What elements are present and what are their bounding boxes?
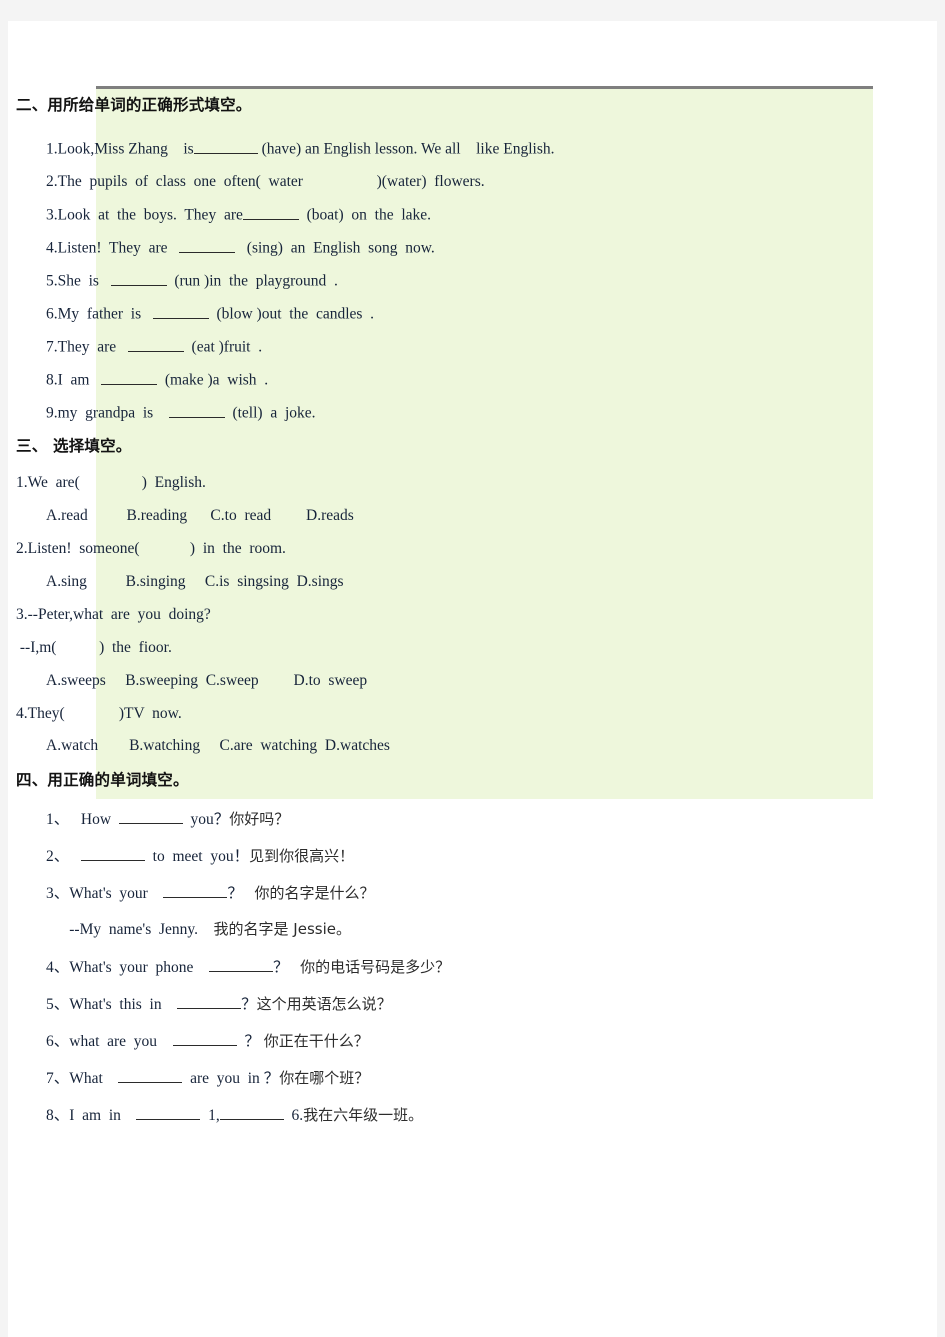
question-stem: 1.We are( ) English. — [16, 474, 206, 491]
item-text: 4.Listen! They are — [46, 239, 180, 257]
item-text-tail: you？ — [182, 811, 230, 828]
item-text: 5、What's this in — [46, 996, 178, 1013]
item-text-tail: (eat )fruit . — [183, 338, 263, 356]
item-text-tail-2: 6. — [283, 1107, 304, 1124]
question-options[interactable]: A.sweeps B.sweeping C.sweep D.to sweep — [46, 672, 367, 690]
item-text-tail: (boat) on the lake. — [298, 206, 432, 224]
item-text: 8、I am in — [46, 1107, 137, 1124]
fill-blank[interactable] — [163, 884, 228, 898]
item-text: 7.They are — [46, 338, 128, 356]
question-options[interactable]: A.sing B.singing C.is singsing D.sings — [46, 573, 344, 591]
question-stem: 2.Listen! someone( ) in the room. — [16, 540, 286, 557]
item-text: 2、 — [46, 848, 81, 865]
item-translation: 这个用英语怎么说？ — [256, 995, 392, 1013]
item-text-tail: (tell) a joke. — [224, 404, 316, 422]
fill-blank[interactable] — [179, 239, 236, 253]
fill-blank[interactable] — [172, 1032, 237, 1046]
item-text-tail: ？ — [241, 996, 257, 1013]
question-stem: --I,m( ) the fioor. — [16, 639, 172, 656]
item-text: 5.She is — [46, 272, 111, 290]
exercise-item: 1、 How you？你好吗？ — [46, 807, 289, 829]
exercise-item: 5.She is (run )in the playground . — [46, 272, 338, 291]
item-text-tail: 1, — [200, 1107, 220, 1124]
item-text-tail: )(water) flowers. — [302, 173, 485, 190]
exercise-item: 2、 to meet you！见到你很高兴！ — [46, 844, 354, 866]
question-stem: 4.They( )TV now. — [16, 705, 182, 722]
item-text: 1.Look,Miss Zhang is — [46, 140, 194, 158]
item-text: 1、 How — [46, 811, 119, 828]
exercise-item: 6、what are you ？ 你正在干什么？ — [46, 1029, 369, 1051]
fill-blank[interactable] — [208, 958, 273, 972]
item-text: 9.my grandpa is — [46, 404, 169, 422]
item-translation: 我在六年级一班。 — [303, 1106, 424, 1124]
item-text-tail: (sing) an English song now. — [235, 239, 435, 257]
exercise-item: 8、I am in 1, 6.我在六年级一班。 — [46, 1103, 423, 1125]
item-translation: 你的名字是什么？ — [254, 884, 375, 902]
fill-blank[interactable] — [118, 810, 183, 824]
question-options[interactable]: A.read B.reading C.to read D.reads — [46, 507, 354, 525]
fill-blank[interactable] — [136, 1106, 201, 1120]
exercise-item: 6.My father is (blow )out the candles . — [46, 305, 374, 324]
question-options[interactable]: A.watch B.watching C.are watching D.watc… — [46, 737, 390, 755]
section-heading-4: 四、用正确的单词填空。 — [16, 771, 189, 789]
item-text: 7、What — [46, 1070, 119, 1087]
item-text-tail: (run )in the playground . — [166, 272, 338, 290]
fill-blank[interactable] — [193, 140, 258, 154]
document-content: 二、用所给单词的正确形式填空。 1.Look,Miss Zhang is (ha… — [8, 21, 937, 1337]
item-text: 8.I am — [46, 371, 102, 389]
exercise-item: 8.I am (make )a wish . — [46, 371, 268, 390]
item-text-tail: (make )a wish . — [157, 371, 269, 389]
item-text-tail: ？ — [236, 1033, 264, 1050]
exercise-item: 2.The pupils of class one often( water )… — [46, 173, 485, 191]
exercise-item: 7、What are you in ？你在哪个班？ — [46, 1066, 369, 1088]
exercise-item: --My name's Jenny. 我的名字是 Jessie。 — [46, 918, 351, 939]
fill-blank[interactable] — [101, 371, 158, 385]
exercise-item: 3、What's your ？ 你的名字是什么？ — [46, 881, 374, 903]
fill-blank[interactable] — [177, 995, 242, 1009]
item-text: --My name's Jenny. — [46, 921, 214, 938]
item-text-tail: ？ — [227, 885, 255, 902]
item-translation: 你的电话号码是多少？ — [300, 958, 451, 976]
item-text: 6、what are you — [46, 1033, 173, 1050]
item-translation: 你好吗？ — [229, 810, 290, 828]
item-text-tail: ？ — [272, 959, 301, 976]
fill-blank[interactable] — [110, 272, 167, 286]
exercise-item: 9.my grandpa is (tell) a joke. — [46, 404, 316, 423]
section-heading-3: 三、 选择填空。 — [16, 437, 132, 455]
question-stem: 3.--Peter,what are you doing? — [16, 606, 211, 623]
item-text: 6.My father is — [46, 305, 153, 323]
fill-blank[interactable] — [152, 305, 209, 319]
item-translation: 你正在干什么？ — [263, 1032, 369, 1050]
item-text: 3、What's your — [46, 885, 164, 902]
fill-blank[interactable] — [80, 847, 145, 861]
item-translation: 我的名字是 Jessie。 — [213, 920, 351, 938]
item-translation: 见到你很高兴！ — [249, 847, 355, 865]
exercise-item: 7.They are (eat )fruit . — [46, 338, 262, 357]
item-translation: 你在哪个班？ — [279, 1069, 370, 1087]
item-text-tail: (blow )out the candles . — [208, 305, 375, 323]
document-page: 二、用所给单词的正确形式填空。 1.Look,Miss Zhang is (ha… — [8, 21, 937, 1337]
section-heading-2: 二、用所给单词的正确形式填空。 — [16, 96, 252, 114]
exercise-item: 5、What's this in ？这个用英语怎么说？ — [46, 992, 392, 1014]
item-text: 2.The pupils of class one often( water — [46, 173, 303, 190]
exercise-item: 4、What's your phone ？ 你的电话号码是多少？ — [46, 955, 450, 977]
exercise-item: 4.Listen! They are (sing) an English son… — [46, 239, 435, 258]
fill-blank[interactable] — [242, 206, 299, 220]
item-text-tail: (have) an English lesson. We all like En… — [257, 140, 555, 158]
item-text: 4、What's your phone — [46, 959, 209, 976]
item-text-tail: are you in ？ — [182, 1070, 280, 1087]
fill-blank[interactable] — [118, 1069, 183, 1083]
exercise-item: 1.Look,Miss Zhang is (have) an English l… — [46, 140, 554, 159]
fill-blank[interactable] — [127, 338, 184, 352]
fill-blank[interactable] — [219, 1106, 284, 1120]
fill-blank[interactable] — [168, 404, 225, 418]
item-text: 3.Look at the boys. They are — [46, 206, 243, 224]
exercise-item: 3.Look at the boys. They are (boat) on t… — [46, 206, 431, 225]
item-text-tail: to meet you！ — [144, 848, 250, 865]
